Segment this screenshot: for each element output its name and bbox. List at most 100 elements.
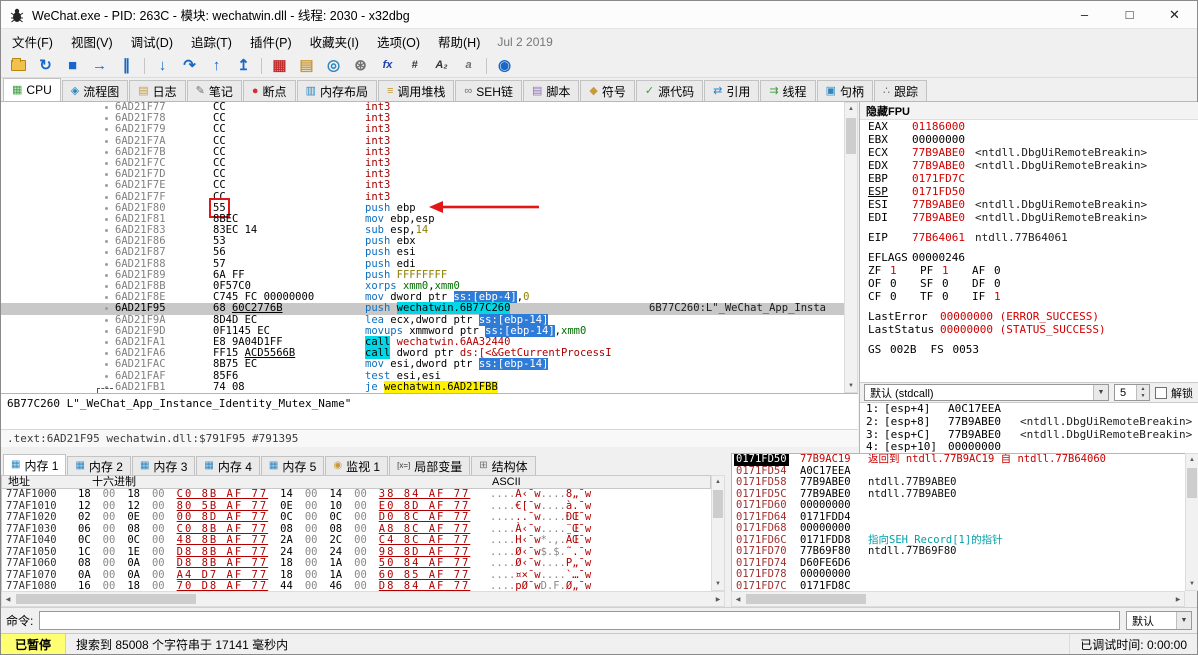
tab-call-stack[interactable]: ≡ 调用堆栈 [377,80,455,101]
scroll-right-icon[interactable]: ▶ [1172,593,1184,605]
dump-row[interactable]: 77AF1000 18 00 18 00 C0 8B AF 77 14 00 14 00 38 84… [2,489,711,501]
disasm-row[interactable]: 6AD21F7E CC int3 [1,180,844,191]
tab-dump3[interactable]: ▦ 内存 3 [131,456,196,475]
menu-file[interactable]: 文件(F) [3,28,62,55]
tab-dump5[interactable]: ▦ 内存 5 [260,456,325,475]
disasm-row[interactable]: 6AD21F87 56 push esi [1,247,844,258]
dump-row[interactable]: 77AF1020 02 00 0E 00 00 8D AF 77 0C 00 0C 00 D0 8C… [2,511,711,524]
dump-row[interactable]: 77AF1060 08 00 0A 00 D8 8B AF 77 18 00 1A 00 50 84… [2,557,711,570]
tab-graph[interactable]: ◈ 流程图 [61,80,129,101]
scroll-thumb[interactable] [846,118,856,154]
run-button[interactable]: → [86,55,113,77]
open-file-button[interactable] [5,55,32,77]
argument-row[interactable]: 2: [esp+8] 77B9ABE0 <ntdll.DbgUiRemoteBreak… [860,415,1198,429]
tab-notes[interactable]: ✎ 笔记 [186,80,242,101]
dump-scrollbar[interactable]: ▲ ▼ [711,475,725,591]
stepper-arrows[interactable]: ▲ ▼ [1136,385,1149,400]
tab-locals[interactable]: [x=] 局部变量 [389,456,471,475]
scroll-thumb[interactable] [1187,468,1197,498]
calling-convention-select[interactable]: 默认 (stdcall) ▼ [864,384,1109,401]
scroll-down-icon[interactable]: ▼ [1186,578,1198,590]
unlock-checkbox[interactable] [1155,386,1167,399]
scroll-down-icon[interactable]: ▼ [845,380,857,392]
command-combo[interactable]: 默认 ▼ [1126,611,1192,630]
chevron-down-icon[interactable]: ▼ [1093,385,1108,400]
register-row[interactable]: EBX 00000000 [860,133,1198,146]
register-row[interactable]: EDI 77B9ABE0 <ntdll.DbgUiRemoteBreakin> [860,211,1198,224]
tab-source[interactable]: ✓ 源代码 [635,80,704,101]
scroll-thumb[interactable] [16,594,196,604]
disasm-row[interactable]: 6AD21F79 CC int3 [1,124,844,135]
stack-row[interactable]: 0171FD70 77B69F80 ntdll.77B69F80 [732,545,1185,558]
disasm-scrollbar[interactable]: ▲ ▼ [844,102,858,393]
register-row[interactable]: ESI 77B9ABE0 <ntdll.DbgUiRemoteBreakin> [860,198,1198,211]
step-into-button[interactable]: ↓ [149,55,176,77]
scroll-up-icon[interactable]: ▲ [845,103,857,115]
minimize-button[interactable]: – [1062,1,1107,28]
run-to-user-code-button[interactable]: ↥ [230,55,257,77]
register-row[interactable]: EAX 01186000 [860,120,1198,133]
dump-row[interactable]: 77AF1040 0C 00 0C 00 48 8B AF 77 2A 00 2C 00 C4 8C… [2,534,711,547]
scroll-up-icon[interactable]: ▲ [1186,454,1198,466]
favourite-tools-button[interactable]: fx [374,55,401,77]
register-row[interactable]: EDX 77B9ABE0 <ntdll.DbgUiRemoteBreakin> [860,159,1198,172]
menu-view[interactable]: 视图(V) [62,28,122,55]
scroll-right-icon[interactable]: ▶ [712,593,724,605]
register-row[interactable]: ECX 77B9ABE0 <ntdll.DbgUiRemoteBreakin> [860,146,1198,159]
register-row[interactable]: LastStatus 00000000 (STATUS_SUCCESS) [860,323,1198,336]
scroll-thumb[interactable] [713,490,723,518]
argument-row[interactable]: 1: [esp+4] A0C17EEA [860,403,1198,416]
hide-fpu-button[interactable]: 隐藏FPU [860,102,1198,120]
dump-horizontal-scrollbar[interactable]: ◀ ▶ [1,591,725,607]
tab-dump2[interactable]: ▦ 内存 2 [67,456,131,475]
stack-row[interactable]: 0171FD60 00000000 [732,499,1185,512]
debug-view-button[interactable]: ◉ [491,55,518,77]
patches-button[interactable]: ▦ [266,55,293,77]
menu-options[interactable]: 选项(O) [368,28,429,55]
stepper-up-icon[interactable]: ▲ [1137,385,1149,393]
tab-dump1[interactable]: ▦ 内存 1 [3,454,67,475]
assemble-button[interactable]: A₂ [428,55,455,77]
menu-plugins[interactable]: 插件(P) [241,28,301,55]
tab-symbols[interactable]: ◆ 符号 [580,80,635,101]
dump-row[interactable]: 77AF1080 16 00 18 00 70 D8 AF 77 44 00 46 00 D8 84… [2,580,711,591]
stack-row[interactable]: 0171FD78 00000000 [732,568,1185,581]
tab-threads[interactable]: ⇉ 线程 [760,80,816,101]
scroll-left-icon[interactable]: ◀ [2,593,14,605]
stack-row[interactable]: 0171FD68 00000000 [732,522,1185,535]
scroll-thumb[interactable] [746,594,866,604]
tab-script[interactable]: ▤ 脚本 [522,80,580,101]
calculator-button[interactable]: # [401,55,428,77]
menu-favourites[interactable]: 收藏夹(I) [301,28,368,55]
disasm-row[interactable]: 6AD21FAF 85F6 test esi,esi [1,370,844,382]
step-over-button[interactable]: ↷ [176,55,203,77]
stack-horizontal-scrollbar[interactable]: ◀ ▶ [731,591,1185,607]
close-button[interactable]: ✕ [1152,1,1197,28]
graph-button[interactable]: ◎ [320,55,347,77]
pause-button[interactable]: ∥ [113,55,140,77]
menu-trace[interactable]: 追踪(T) [182,28,241,55]
stack-scrollbar[interactable]: ▲ ▼ [1185,453,1198,591]
tab-memory-map[interactable]: ▥ 内存布局 [296,80,377,101]
disasm-row[interactable]: 6AD21FB1 74 08 je wechatwin.6AD21FBB [1,380,844,393]
stack-row[interactable]: 0171FD58 77B9ABE0 ntdll.77B9ABE0 [732,476,1185,489]
execute-till-return-button[interactable]: ↑ [203,55,230,77]
command-input[interactable] [39,611,1120,630]
register-row[interactable]: EFLAGS 00000246 [860,251,1198,264]
tab-seh[interactable]: ∞ SEH链 [455,80,522,101]
settings-button[interactable]: ⊛ [347,55,374,77]
register-row[interactable]: OF 0 SF 0 DF 0 [860,277,1198,290]
tab-struct[interactable]: ⊞ 结构体 [471,456,536,475]
register-row[interactable]: LastError 00000000 (ERROR_SUCCESS) [860,310,1198,323]
register-row[interactable]: ZF 1 PF 1 AF 0 [860,264,1198,277]
stop-button[interactable]: ■ [59,55,86,77]
chevron-down-icon[interactable]: ▼ [1176,612,1191,629]
scroll-left-icon[interactable]: ◀ [732,593,744,605]
scroll-up-icon[interactable]: ▲ [712,476,724,488]
stepper-down-icon[interactable]: ▼ [1137,393,1149,401]
stack-row[interactable]: 0171FD50 77B9AC19 返回到 ntdll.77B9AC19 自 ntd… [732,454,1185,466]
tab-trace[interactable]: ∴ 跟踪 [873,80,927,101]
tab-references[interactable]: ⇄ 引用 [704,80,760,101]
font-button[interactable]: a [455,55,482,77]
tab-watch1[interactable]: ◉ 监视 1 [325,456,389,475]
